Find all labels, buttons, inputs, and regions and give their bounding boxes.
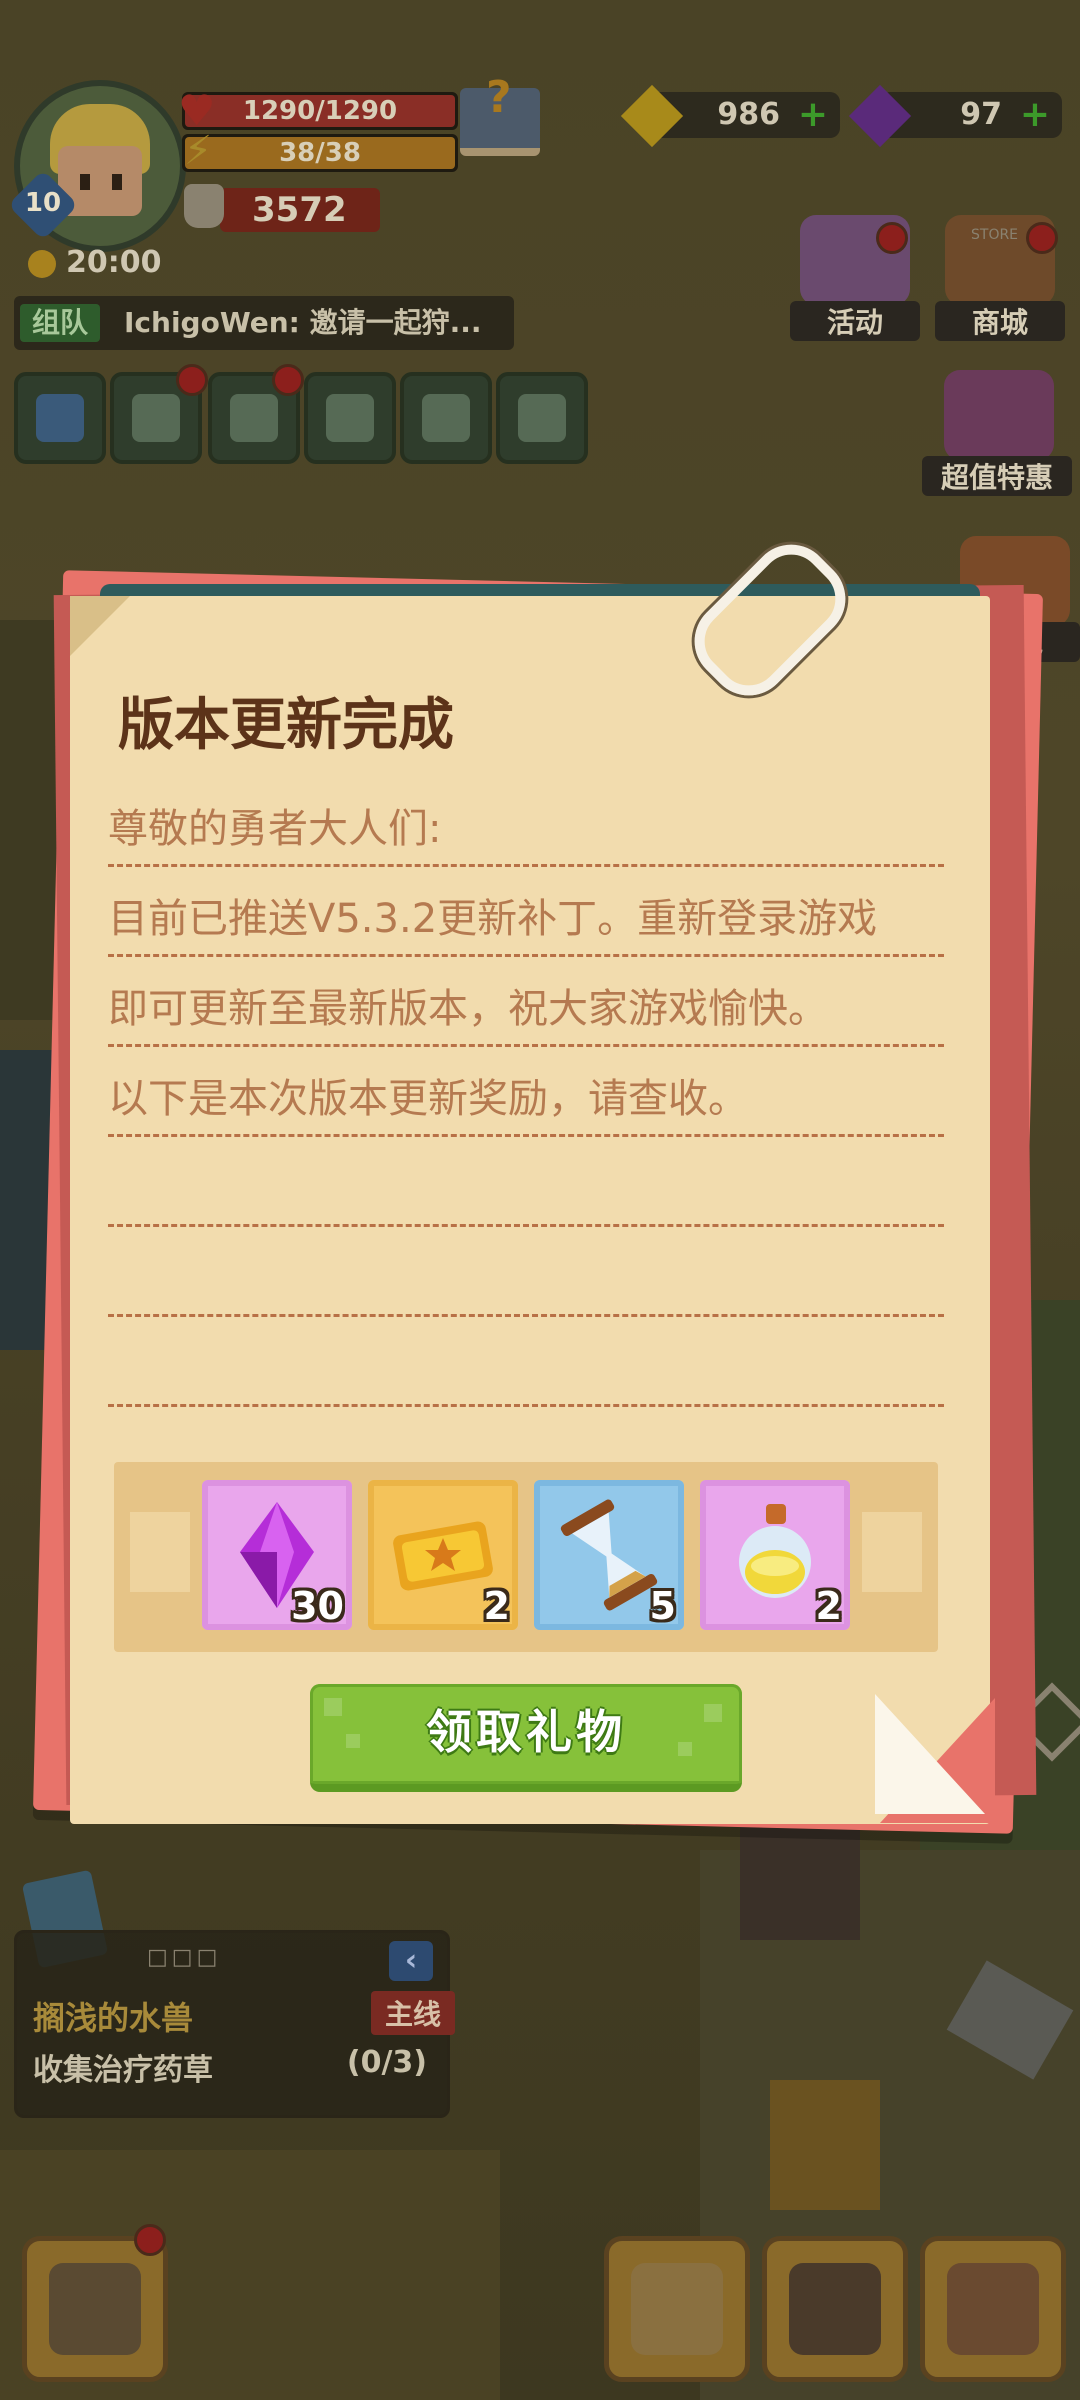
hero-button[interactable] — [604, 2236, 750, 2382]
hero-icon — [631, 2263, 723, 2355]
tray-pattern — [862, 1512, 922, 1592]
dialog-line: 以下是本次版本更新奖励，请查收。 — [108, 1076, 748, 1122]
dialog-line: 尊敬的勇者大人们: — [108, 806, 442, 852]
tray-pattern — [130, 1512, 190, 1592]
reward-count: 5 — [649, 1584, 676, 1628]
stamina-value: 38/38 — [279, 138, 361, 168]
paper-fold-corner — [875, 1694, 985, 1814]
avatar-eye — [112, 174, 122, 190]
special-offer-icon — [944, 370, 1054, 460]
dashed-rule — [108, 1044, 944, 1047]
backpack-icon — [947, 2263, 1039, 2355]
pets-button[interactable] — [762, 2236, 908, 2382]
gold-value: 986 — [717, 97, 780, 132]
dashed-rule — [108, 1224, 944, 1227]
avatar-eye — [80, 174, 90, 190]
chat-message: IchigoWen: 邀请一起狩... — [124, 306, 482, 339]
energy-timer: 20:00 — [66, 245, 162, 280]
backpack-button[interactable] — [920, 2236, 1066, 2382]
sun-icon — [28, 250, 56, 278]
chat-icon — [326, 394, 374, 442]
quest-progress: (0/3) — [346, 2045, 427, 2080]
notice-icon — [518, 394, 566, 442]
hp-value: 1290/1290 — [242, 96, 398, 126]
dashed-rule — [108, 1314, 944, 1317]
quest-type-badge: 主线 — [370, 1991, 455, 2035]
mail-icon — [132, 394, 180, 442]
lightning-icon: ⚡ — [184, 128, 213, 174]
trophy-icon — [184, 184, 224, 228]
crafting-button[interactable] — [22, 2236, 168, 2382]
quest-tracker[interactable]: □□□ ‹ 搁浅的水兽 主线 收集治疗药草 (0/3) — [14, 1930, 455, 2118]
player-level: 10 — [24, 188, 62, 218]
friends-icon — [230, 394, 278, 442]
store-sign: STORE — [971, 227, 1019, 243]
reward-item[interactable]: 5 — [534, 1480, 684, 1630]
reward-count: 2 — [483, 1584, 510, 1628]
hammer-icon — [49, 2263, 141, 2355]
pet-icon — [789, 2263, 881, 2355]
claim-gift-button[interactable]: 领取礼物 — [310, 1684, 742, 1792]
chat-preview[interactable]: 组队 IchigoWen: 邀请一起狩... — [14, 296, 514, 350]
claim-gift-label: 领取礼物 — [426, 1705, 626, 1759]
chat-button[interactable] — [304, 372, 396, 464]
dashed-rule — [108, 954, 944, 957]
dashed-rule — [108, 864, 944, 867]
dialog-title: 版本更新完成 — [118, 693, 454, 758]
quest-title: 搁浅的水兽 — [33, 1999, 194, 2037]
add-gem-icon[interactable]: + — [1020, 97, 1050, 133]
special-offer-label: 超值特惠 — [922, 456, 1072, 496]
map-icon — [422, 394, 470, 442]
special-offer-button[interactable]: 超值特惠 — [922, 370, 1072, 496]
expand-icon — [36, 394, 84, 442]
chat-channel-tag: 组队 — [20, 304, 101, 342]
power-value: 3572 — [252, 190, 347, 230]
paper-corner — [70, 596, 130, 656]
quest-mark-icon: ? — [486, 72, 512, 123]
dialog-line: 即可更新至最新版本，祝大家游戏愉快。 — [108, 986, 828, 1032]
expand-button[interactable] — [14, 372, 106, 464]
add-gold-icon[interactable]: + — [798, 97, 828, 133]
notification-dot — [272, 364, 304, 396]
dialog-line: 目前已推送V5.3.2更新补丁。重新登录游戏 — [108, 896, 878, 942]
store-label: 商城 — [935, 301, 1065, 341]
dashed-rule — [108, 1404, 944, 1407]
gem-value: 97 — [960, 97, 1002, 132]
notification-dot — [134, 2224, 166, 2256]
crate-tile — [770, 2080, 880, 2210]
quest-task: 收集治疗药草 — [33, 2053, 213, 2088]
reward-item[interactable]: 2 — [368, 1480, 518, 1630]
map-button[interactable] — [400, 372, 492, 464]
reward-item[interactable]: 2 — [700, 1480, 850, 1630]
reward-item[interactable]: 30 — [202, 1480, 352, 1630]
reward-count: 30 — [291, 1584, 344, 1628]
notification-dot — [1026, 222, 1058, 254]
notice-button[interactable] — [496, 372, 588, 464]
notification-dot — [876, 222, 908, 254]
reward-count: 2 — [815, 1584, 842, 1628]
notification-dot — [176, 364, 208, 396]
hp-bar: 1290/1290 — [182, 92, 458, 130]
dashed-rule — [108, 1134, 944, 1137]
activity-label: 活动 — [790, 301, 920, 341]
quest-page-dots: □□□ — [147, 1945, 222, 1970]
collapse-button[interactable]: ‹ — [389, 1941, 433, 1981]
stamina-bar: 38/38 — [182, 134, 458, 172]
